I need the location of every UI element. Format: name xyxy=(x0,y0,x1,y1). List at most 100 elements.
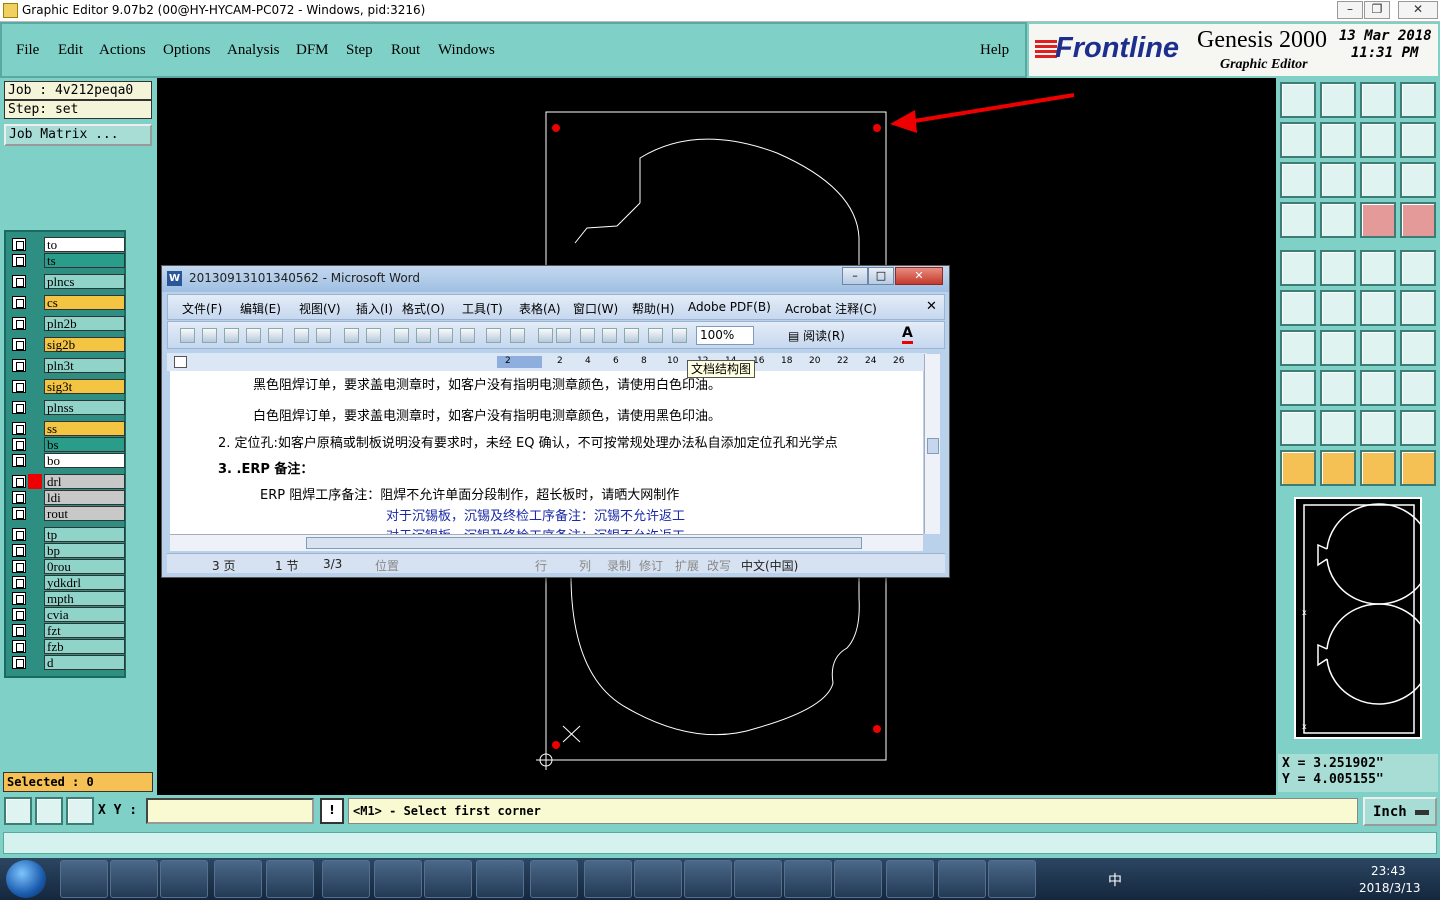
layer-checkbox[interactable] xyxy=(12,491,26,504)
layer-name[interactable]: ldi xyxy=(44,490,125,505)
toolbar-icon[interactable] xyxy=(648,328,663,343)
zoom-fit-icon[interactable] xyxy=(1400,122,1436,158)
layer-row-ldi[interactable]: ldi xyxy=(10,490,125,505)
word-menu-item[interactable]: 视图(V) xyxy=(299,300,341,317)
layer-checkbox[interactable] xyxy=(12,422,26,435)
taskbar-ge-4-icon[interactable] xyxy=(734,860,782,898)
menubar-close-icon[interactable]: ✕ xyxy=(926,299,937,314)
line-icon[interactable] xyxy=(1320,250,1356,286)
layer-row-ss[interactable]: ss xyxy=(10,421,125,436)
toolbar-icon[interactable] xyxy=(624,328,639,343)
menu-dfm[interactable]: DFM xyxy=(296,42,329,59)
rotate-icon[interactable] xyxy=(1360,330,1396,366)
layer-row-sig2b[interactable]: sig2b xyxy=(10,337,125,352)
clock-date[interactable]: 2018/3/13 xyxy=(1359,881,1421,895)
angle-icon[interactable] xyxy=(1280,330,1316,366)
word-menu-item[interactable]: 窗口(W) xyxy=(573,300,618,317)
layer-name[interactable]: bp xyxy=(44,543,125,558)
layer-row-fzb[interactable]: fzb xyxy=(10,639,125,654)
layer-checkbox[interactable] xyxy=(12,296,26,309)
taskbar-ge-5-icon[interactable] xyxy=(784,860,832,898)
triangle-b-icon[interactable] xyxy=(1320,410,1356,446)
zoom-in-icon[interactable] xyxy=(1280,162,1316,198)
zoom-out-icon[interactable] xyxy=(1320,162,1356,198)
measure-icon[interactable] xyxy=(35,797,63,825)
taskbar-excel-a-icon[interactable] xyxy=(938,860,986,898)
zoom-box[interactable]: 100% xyxy=(696,326,754,345)
layer-name[interactable]: to xyxy=(44,237,125,252)
toolbar-icon[interactable] xyxy=(294,328,309,343)
layer-row-to[interactable]: to xyxy=(10,237,125,252)
layer-row-d[interactable]: d xyxy=(10,655,125,670)
grid-icon[interactable] xyxy=(1320,202,1356,238)
layer-name[interactable]: plncs xyxy=(44,274,125,289)
menu-edit[interactable]: Edit xyxy=(58,42,83,59)
layer-row-rout[interactable]: rout xyxy=(10,506,125,521)
grid-icon[interactable] xyxy=(66,797,94,825)
scroll-thumb[interactable] xyxy=(927,438,939,454)
layer-row-cs[interactable]: cs xyxy=(10,295,125,310)
minus-icon[interactable] xyxy=(1320,370,1356,406)
layer-name[interactable]: tp xyxy=(44,527,125,542)
taskbar-word-icon[interactable] xyxy=(476,860,524,898)
taskbar-save-icon[interactable] xyxy=(374,860,422,898)
toolbar-icon[interactable] xyxy=(416,328,431,343)
layer-name[interactable]: cvia xyxy=(44,607,125,622)
zoom-area-icon[interactable] xyxy=(4,797,32,825)
layer-checkbox[interactable] xyxy=(12,544,26,557)
taskbar-ge-1-icon[interactable] xyxy=(584,860,632,898)
layer-row-pln2b[interactable]: pln2b xyxy=(10,316,125,331)
toolbar-icon[interactable] xyxy=(316,328,331,343)
word-menu-item[interactable]: Acrobat 注释(C) xyxy=(785,300,877,317)
toolbar-icon[interactable] xyxy=(394,328,409,343)
layer-checkbox[interactable] xyxy=(12,254,26,267)
layer-checkbox[interactable] xyxy=(12,359,26,372)
triangle-d-icon[interactable] xyxy=(1400,410,1436,446)
menu-help[interactable]: Help xyxy=(980,42,1009,59)
restore-button[interactable]: ❐ xyxy=(1364,1,1390,19)
vertical-scrollbar[interactable] xyxy=(924,354,940,534)
xy-input[interactable] xyxy=(146,798,314,824)
flip-icon[interactable] xyxy=(1400,330,1436,366)
taskbar-ge-6-icon[interactable] xyxy=(834,860,882,898)
toolbar-icon[interactable] xyxy=(672,328,687,343)
layer-row-bo[interactable]: bo xyxy=(10,453,125,468)
layer-name[interactable]: drl xyxy=(44,474,125,489)
redo-icon[interactable] xyxy=(1320,122,1356,158)
layer-name[interactable]: mpth xyxy=(44,591,125,606)
select-icon[interactable] xyxy=(1320,450,1356,486)
layer-checkbox[interactable] xyxy=(12,275,26,288)
menu-step[interactable]: Step xyxy=(346,42,373,59)
layer-row-sig3t[interactable]: sig3t xyxy=(10,379,125,394)
minimize-button[interactable]: – xyxy=(1337,1,1363,19)
taskbar-ie-icon[interactable] xyxy=(214,860,262,898)
menu-actions[interactable]: Actions xyxy=(99,42,146,59)
layer-name[interactable]: pln3t xyxy=(44,358,125,373)
taskbar-excel-b-icon[interactable] xyxy=(988,860,1036,898)
layer-name[interactable]: 0rou xyxy=(44,559,125,574)
window-icon[interactable] xyxy=(1400,82,1436,118)
pad-icon[interactable] xyxy=(1280,250,1316,286)
layer-name[interactable]: cs xyxy=(44,295,125,310)
layer-row-ts[interactable]: ts xyxy=(10,253,125,268)
font-color-icon[interactable]: A xyxy=(902,325,913,344)
layer-row-ydkdrl[interactable]: ydkdrl xyxy=(10,575,125,590)
layer-name[interactable]: d xyxy=(44,655,125,670)
shapes-icon[interactable] xyxy=(1400,370,1436,406)
home-icon[interactable] xyxy=(1360,82,1396,118)
layer-row-plncs[interactable]: plncs xyxy=(10,274,125,289)
document-page[interactable]: 黑色阻焊订单，要求盖电测章时，如客户没有指明电测章颜色，请使用白色印油。 白色阻… xyxy=(170,371,923,534)
one-to-one-icon[interactable] xyxy=(1360,162,1396,198)
units-dropdown[interactable]: Inch xyxy=(1363,797,1437,826)
taskbar-shell-icon[interactable] xyxy=(322,860,370,898)
layer-checkbox[interactable] xyxy=(12,238,26,251)
word-maximize-button[interactable]: □ xyxy=(868,267,894,285)
menu-options[interactable]: Options xyxy=(163,42,211,59)
taskbar-ge-3-icon[interactable] xyxy=(684,860,732,898)
word-menu-item[interactable]: Adobe PDF(B) xyxy=(688,300,771,314)
toolbar-icon[interactable] xyxy=(246,328,261,343)
layer-checkbox[interactable] xyxy=(12,528,26,541)
move-icon[interactable] xyxy=(1280,370,1316,406)
layer-name[interactable]: ydkdrl xyxy=(44,575,125,590)
segment-icon[interactable] xyxy=(1360,290,1396,326)
